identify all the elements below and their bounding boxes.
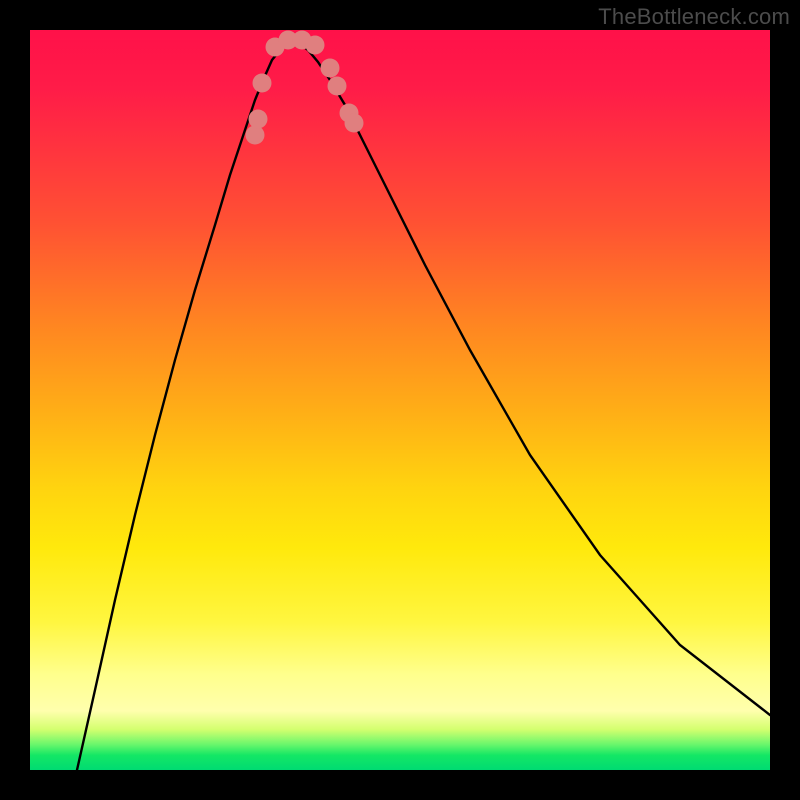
plot-area [30,30,770,770]
highlight-markers [246,31,364,145]
marker-dot [246,126,265,145]
watermark-text: TheBottleneck.com [598,4,790,30]
marker-dot [328,77,347,96]
marker-dot [321,59,340,78]
marker-dot [306,36,325,55]
chart-frame: TheBottleneck.com [0,0,800,800]
bottleneck-curve [77,42,770,770]
marker-dot [249,110,268,129]
marker-dot [345,114,364,133]
marker-dot [253,74,272,93]
chart-svg [30,30,770,770]
